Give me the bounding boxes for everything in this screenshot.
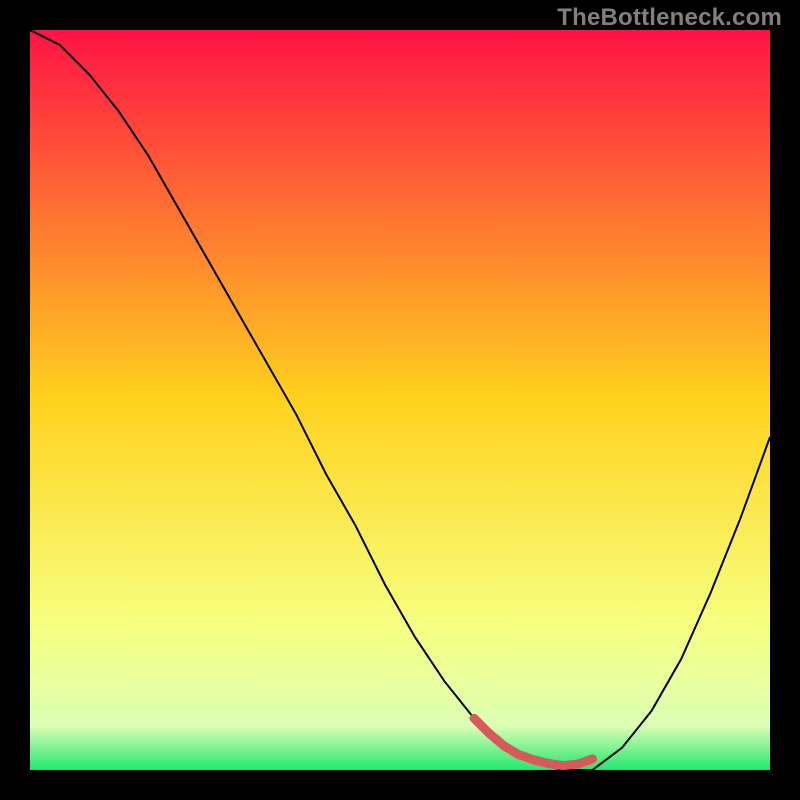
watermark-text: TheBottleneck.com (557, 4, 782, 32)
chart-svg (30, 30, 770, 770)
chart-container: TheBottleneck.com (0, 0, 800, 800)
plot-area (30, 30, 770, 770)
gradient-background (30, 30, 770, 770)
